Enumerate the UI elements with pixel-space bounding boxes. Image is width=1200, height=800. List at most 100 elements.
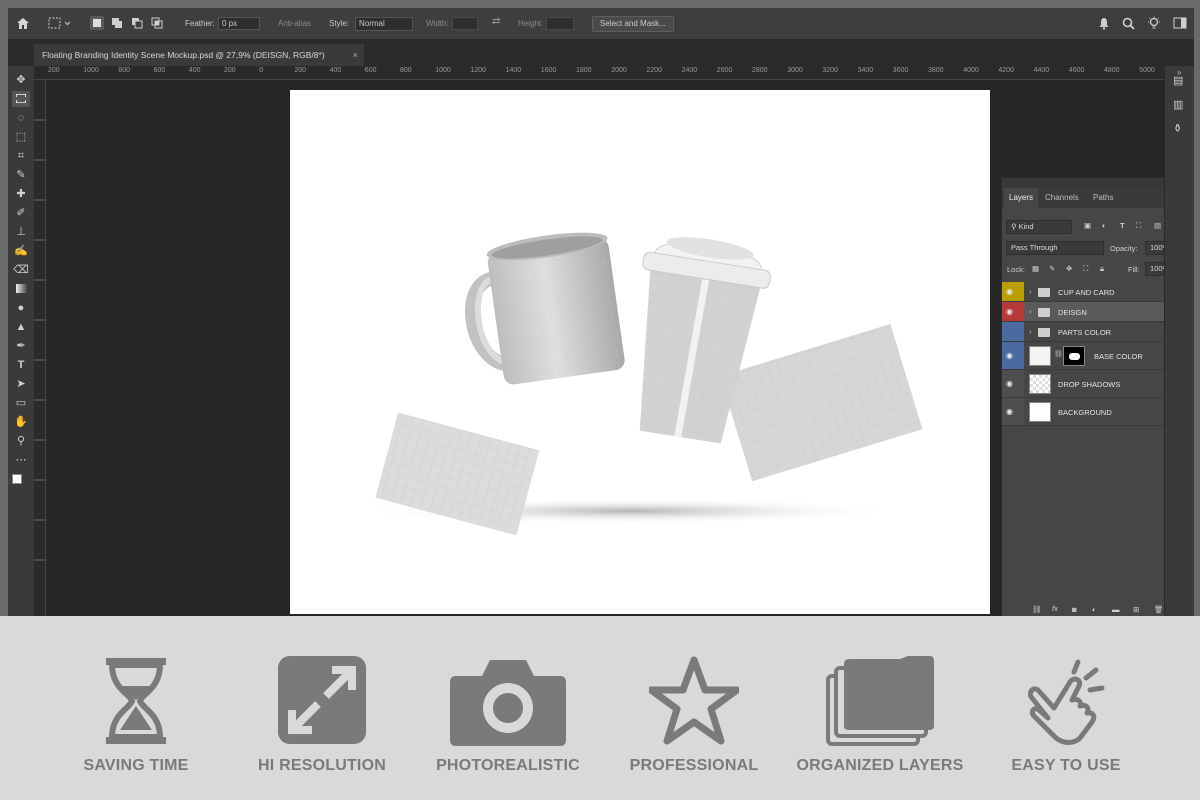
layers-folder-icon [826, 656, 934, 746]
canvas-area[interactable]: « ✕ Layers Channels Paths ≡ ⚲ Kind ▣ ◐ T… [46, 80, 1194, 616]
properties-icon[interactable]: ▤ [1173, 74, 1183, 87]
expand-chevron-icon[interactable]: › [1029, 327, 1032, 336]
width-input[interactable] [452, 17, 478, 30]
delete-layer-icon[interactable]: 🗑︎ [1154, 605, 1164, 614]
ruler-tick-label: 1400 [505, 67, 522, 74]
marquee-tool-icon[interactable] [48, 17, 72, 29]
layer-row-deisgn[interactable]: ◉ › DEISGN [1002, 302, 1177, 322]
visibility-eye-icon[interactable]: ◉ [1006, 307, 1013, 316]
visibility-eye-icon[interactable]: ◉ [1006, 287, 1013, 296]
feather-label: Feather: [185, 19, 215, 28]
style-select[interactable]: Normal [355, 17, 413, 31]
dodge-tool-icon[interactable]: ▲ [12, 319, 30, 335]
move-tool-icon[interactable]: ✥ [12, 72, 30, 88]
healing-brush-tool-icon[interactable]: ✚ [12, 186, 30, 202]
adjustment-filter-icon[interactable]: ◐ [1102, 221, 1107, 230]
blend-mode-select[interactable]: Pass Through [1006, 241, 1104, 255]
tab-paths[interactable]: Paths [1088, 188, 1118, 208]
workspace-icon[interactable] [1173, 17, 1187, 29]
style-label: Style: [329, 19, 350, 28]
image-filter-icon[interactable]: ▣ [1084, 221, 1091, 230]
lasso-tool-icon[interactable]: ◌ [12, 110, 30, 126]
smart-object-filter-icon[interactable]: ▤ [1154, 221, 1161, 230]
new-selection-button[interactable] [90, 16, 104, 30]
expand-chevron-icon[interactable]: › [1029, 287, 1032, 296]
layer-thumbnail [1029, 346, 1051, 366]
bell-icon[interactable] [1098, 17, 1110, 30]
link-layers-icon[interactable]: ⛓ [1032, 605, 1042, 614]
subtract-selection-icon[interactable] [131, 17, 143, 29]
kind-filter-select[interactable]: ⚲ Kind [1006, 220, 1072, 234]
shape-filter-icon[interactable]: ⛶ [1136, 221, 1141, 231]
visibility-eye-icon[interactable]: ◉ [1006, 379, 1013, 388]
layer-mask-thumbnail[interactable] [1063, 346, 1085, 366]
zoom-tool-icon[interactable]: ⚲ [12, 433, 30, 449]
add-mask-icon[interactable]: ◙ [1072, 605, 1077, 614]
ruler-tick-label: 600 [153, 67, 166, 74]
layer-name: BACKGROUND [1058, 408, 1112, 417]
type-filter-icon[interactable]: T [1120, 221, 1125, 230]
intersect-selection-icon[interactable] [151, 17, 163, 29]
add-selection-icon[interactable] [111, 17, 123, 29]
lock-position-icon[interactable]: ✥ [1066, 264, 1072, 273]
vertical-ruler [34, 80, 46, 616]
eraser-tool-icon[interactable]: ⌫ [12, 262, 30, 278]
feather-input[interactable]: 0 px [218, 17, 260, 30]
document-tab[interactable]: Floating Branding Identity Scene Mockup.… [34, 44, 364, 66]
path-selection-tool-icon[interactable]: ➤ [12, 376, 30, 392]
search-icon[interactable] [1122, 17, 1135, 30]
brush-tool-icon[interactable]: ✐ [12, 205, 30, 221]
layer-row-background[interactable]: ◉ BACKGROUND [1002, 398, 1177, 426]
anti-alias-checkbox-label[interactable]: Anti-alias [278, 18, 311, 30]
options-bar: Feather: 0 px Anti-alias Style: Normal W… [8, 8, 1194, 40]
mockup-artwork [360, 232, 923, 536]
layer-row-parts-color[interactable]: › PARTS COLOR [1002, 322, 1177, 342]
more-tools-icon[interactable]: ⋯ [12, 452, 30, 468]
blur-tool-icon[interactable]: ● [12, 300, 30, 316]
adjustment-layer-icon[interactable]: ◐ [1092, 605, 1097, 614]
lock-all-icon[interactable]: 🔒︎ [1100, 264, 1104, 274]
visibility-eye-icon[interactable]: ◉ [1006, 351, 1013, 360]
layer-row-cup-and-card[interactable]: ◉ › CUP AND CARD [1002, 282, 1177, 302]
layer-row-drop-shadows[interactable]: ◉ DROP SHADOWS [1002, 370, 1177, 398]
lock-image-icon[interactable]: ✎ [1049, 264, 1055, 273]
gradient-tool-icon[interactable] [12, 281, 30, 297]
pen-tool-icon[interactable]: ✒ [12, 338, 30, 354]
feature-easy-to-use: EASY TO USE [976, 616, 1156, 800]
history-icon[interactable]: ▥ [1173, 98, 1183, 111]
document-canvas[interactable] [290, 90, 990, 614]
foreground-color-swatch[interactable] [12, 474, 22, 484]
tab-channels[interactable]: Channels [1040, 188, 1084, 208]
clone-stamp-tool-icon[interactable]: ⊥ [12, 224, 30, 240]
lock-artboard-icon[interactable]: ⛶ [1083, 264, 1088, 274]
new-layer-icon[interactable]: ⊞ [1133, 605, 1139, 614]
kind-filter-label: Kind [1018, 222, 1034, 231]
document-tab-bar: Floating Branding Identity Scene Mockup.… [8, 40, 1194, 66]
type-tool-icon[interactable]: T [12, 357, 30, 373]
object-selection-tool-icon[interactable]: ⬚ [12, 129, 30, 145]
home-icon[interactable] [16, 17, 30, 30]
ruler-tick-label: 600 [364, 67, 377, 74]
layer-row-base-color[interactable]: ◉ ⛓ BASE COLOR [1002, 342, 1177, 370]
star-icon [649, 656, 739, 745]
ruler-tick-label: 0 [259, 67, 264, 74]
select-and-mask-button[interactable]: Select and Mask... [592, 16, 674, 32]
tab-layers[interactable]: Layers [1004, 188, 1039, 208]
eyedropper-tool-icon[interactable]: ✎ [12, 167, 30, 183]
history-brush-tool-icon[interactable]: ✍ [12, 243, 30, 259]
ruler-tick-label: 3400 [857, 67, 874, 74]
swap-icon[interactable]: ⇄ [492, 16, 500, 28]
rectangle-tool-icon[interactable]: ▭ [12, 395, 30, 411]
height-input[interactable] [546, 17, 574, 30]
new-group-icon[interactable]: ▬ [1112, 605, 1120, 614]
fx-icon[interactable]: fx [1052, 604, 1058, 613]
rectangular-marquee-tool-icon[interactable] [12, 91, 30, 107]
expand-chevron-icon[interactable]: › [1029, 307, 1032, 316]
lock-transparent-icon[interactable]: ▦ [1032, 264, 1039, 273]
close-icon[interactable]: × [353, 44, 358, 66]
crop-tool-icon[interactable]: ⌗ [12, 148, 30, 164]
adjustments-icon[interactable]: ⚱ [1173, 122, 1182, 135]
hand-tool-icon[interactable]: ✋ [12, 414, 30, 430]
visibility-eye-icon[interactable]: ◉ [1006, 407, 1013, 416]
lightbulb-icon[interactable] [1147, 16, 1161, 31]
